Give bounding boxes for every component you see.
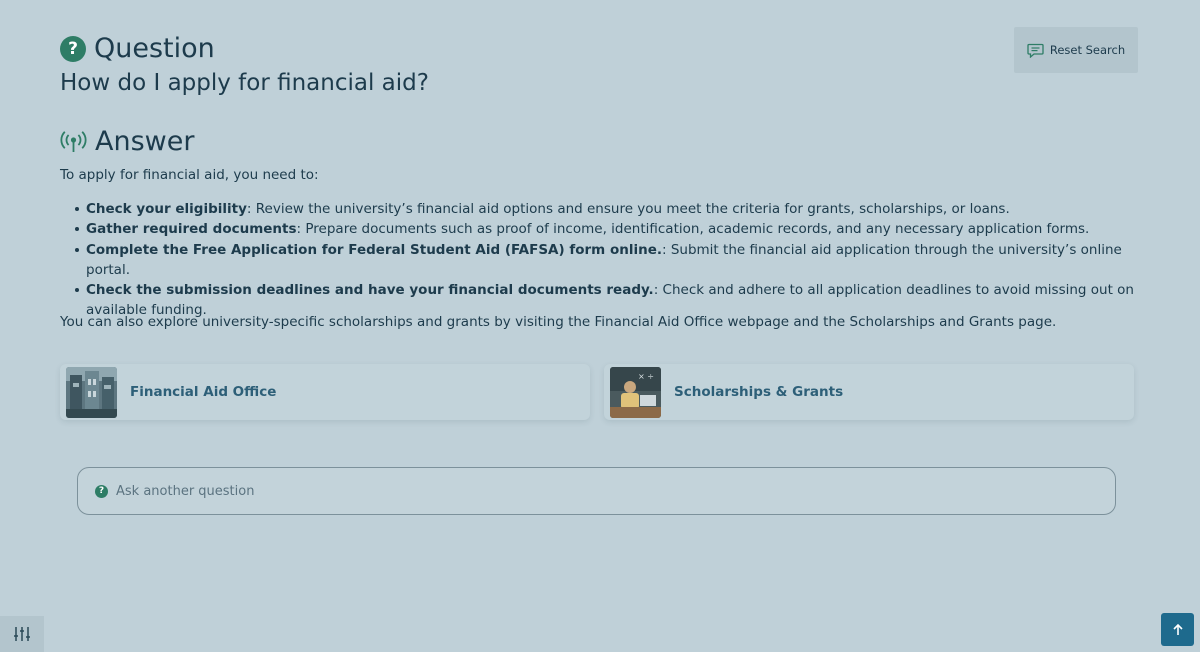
answer-steps-list: Check your eligibility: Review the unive… xyxy=(75,199,1136,321)
broadcast-icon xyxy=(60,130,87,152)
scholarships-grants-title: Scholarships & Grants xyxy=(674,384,844,400)
svg-text:× ÷: × ÷ xyxy=(638,372,654,381)
scholarships-grants-link-card[interactable]: × ÷ Scholarships & Grants xyxy=(604,364,1134,420)
answer-label: Answer xyxy=(95,126,195,157)
question-label: Question xyxy=(94,33,215,64)
reset-search-label: Reset Search xyxy=(1049,43,1126,57)
step-title: Check your eligibility xyxy=(86,201,247,217)
list-item: Check your eligibility: Review the unive… xyxy=(75,199,1136,219)
settings-sliders-button[interactable] xyxy=(0,616,44,652)
answer-intro: To apply for financial aid, you need to: xyxy=(60,167,319,183)
list-item: Complete the Free Application for Federa… xyxy=(75,240,1136,281)
financial-aid-office-link-card[interactable]: Financial Aid Office xyxy=(60,364,590,420)
step-title: Check the submission deadlines and have … xyxy=(86,282,654,299)
answer-outro: You can also explore university-specific… xyxy=(60,314,1057,330)
step-title: Complete the Free Application for Federa… xyxy=(86,241,662,258)
chat-bubble-icon xyxy=(1027,43,1044,58)
step-text: : Review the university’s financial aid … xyxy=(246,201,1010,217)
question-header: ? Question xyxy=(60,33,215,64)
question-circle-icon: ? xyxy=(95,484,108,498)
sliders-icon xyxy=(14,627,30,641)
financial-aid-office-thumbnail xyxy=(66,366,117,418)
step-text: : Prepare documents such as proof of inc… xyxy=(296,221,1090,238)
reset-search-button[interactable]: Reset Search xyxy=(1014,27,1138,73)
arrow-up-icon xyxy=(1172,623,1183,635)
search-result-page: ? Question How do I apply for financial … xyxy=(0,0,1200,652)
question-circle-icon: ? xyxy=(60,35,86,62)
question-text: How do I apply for financial aid? xyxy=(60,70,429,96)
ask-question-input[interactable] xyxy=(116,483,1076,499)
scholarships-grants-thumbnail: × ÷ xyxy=(610,366,661,418)
ask-question-box[interactable]: ? xyxy=(77,467,1116,515)
list-item: Gather required documents: Prepare docum… xyxy=(75,219,1136,239)
scroll-to-top-button[interactable] xyxy=(1161,613,1194,646)
financial-aid-office-title: Financial Aid Office xyxy=(130,384,277,400)
answer-header: Answer xyxy=(60,126,194,157)
step-title: Gather required documents xyxy=(86,221,297,238)
